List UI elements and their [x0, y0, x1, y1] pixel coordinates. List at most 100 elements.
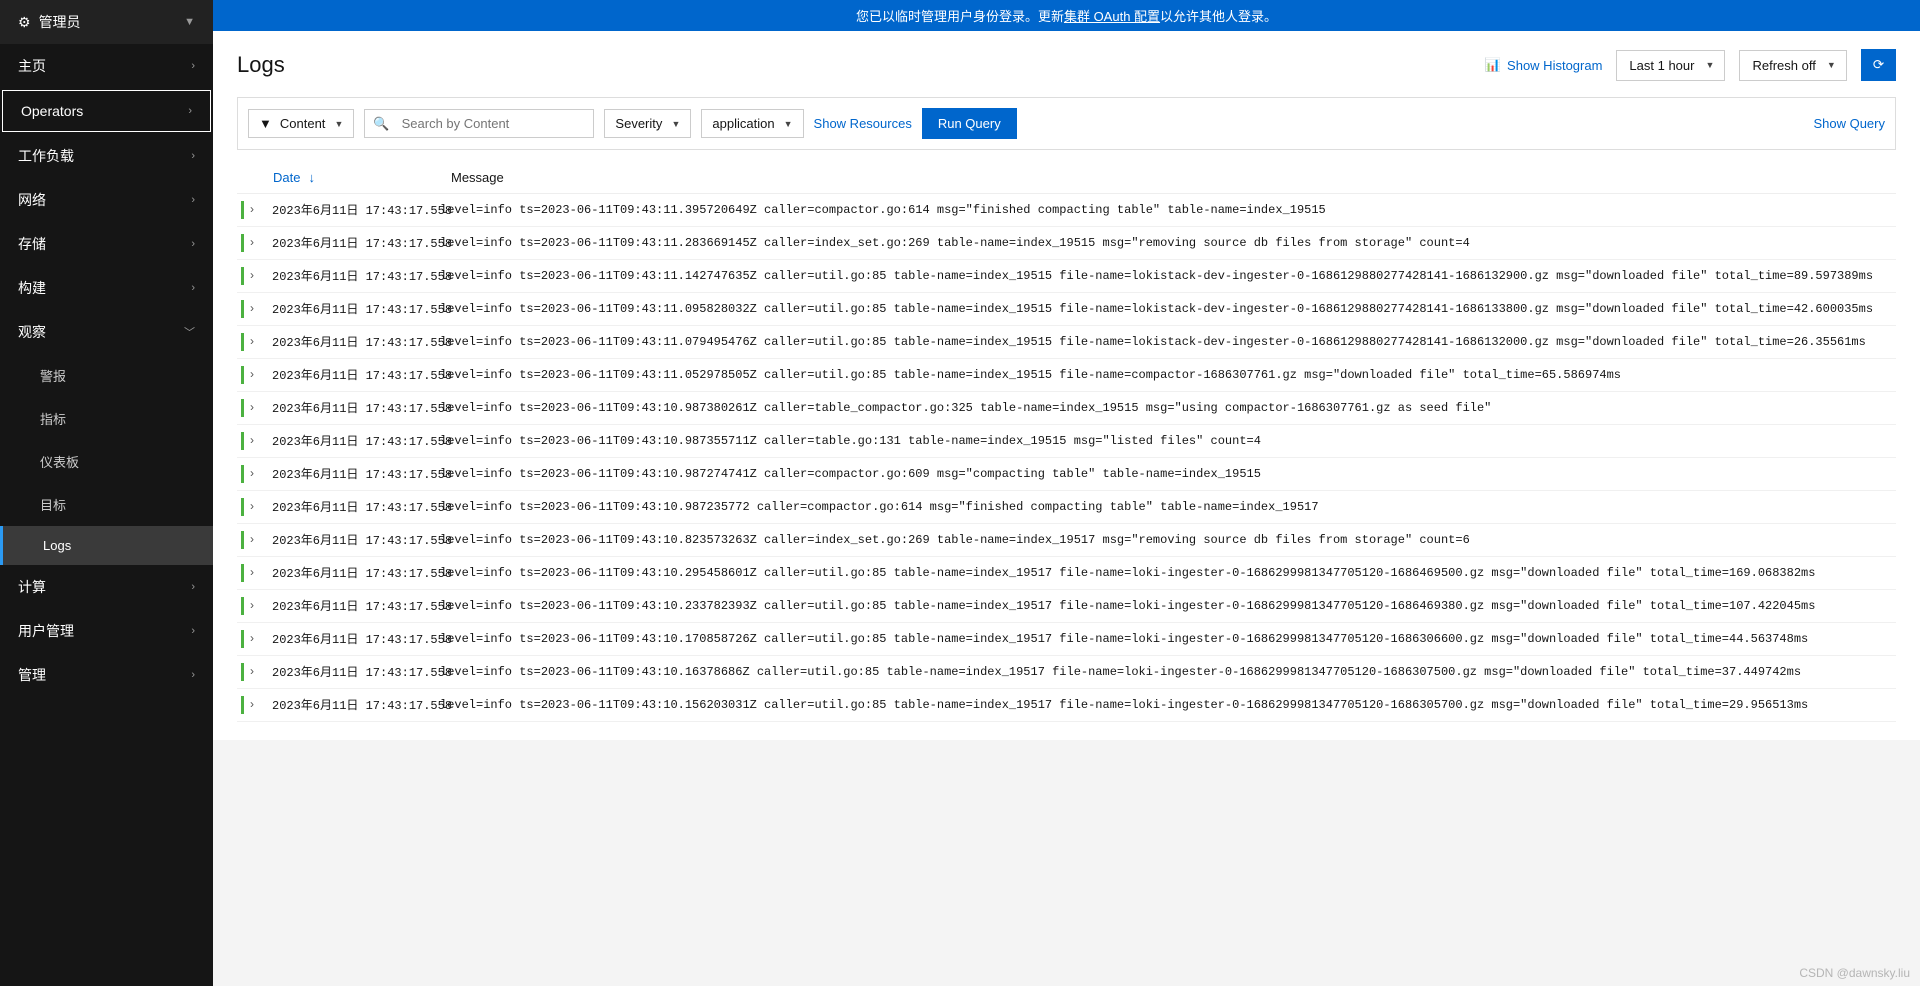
sidebar-item-管理[interactable]: 管理› [0, 653, 213, 697]
refresh-dropdown[interactable]: Refresh off [1739, 50, 1846, 81]
severity-bar [241, 333, 244, 351]
log-row: ›2023年6月11日 17:43:17.558level=info ts=20… [237, 326, 1896, 359]
sidebar-subitem-指标[interactable]: 指标 [0, 397, 213, 440]
refresh-icon: ⟳ [1873, 57, 1884, 73]
expand-row-button[interactable]: › [250, 399, 272, 417]
severity-bar [241, 597, 244, 615]
sidebar-item-观察[interactable]: 观察﹀ [0, 310, 213, 354]
sidebar-item-label: 存储 [18, 234, 46, 254]
sidebar: ⚙管理员 ▼ 主页›Operators›工作负载› 网络 › 存储 › 构建›观察﹀警报指… [0, 0, 213, 986]
log-row: ›2023年6月11日 17:43:17.558level=info ts=20… [237, 293, 1896, 326]
log-message: level=info ts=2023-06-11T09:43:10.163786… [430, 663, 1892, 681]
expand-row-button[interactable]: › [250, 432, 272, 450]
severity-bar [241, 399, 244, 417]
severity-dropdown[interactable]: Severity [604, 109, 691, 138]
expand-row-button[interactable]: › [250, 234, 272, 252]
content-filter-label: Content [280, 116, 326, 131]
sidebar-admin-label: 管理员 [39, 14, 81, 30]
expand-row-button[interactable]: › [250, 531, 272, 549]
main-content: 您已以临时管理用户身份登录。更新集群 OAuth 配置以允许其他人登录。 Log… [213, 0, 1920, 986]
log-message: level=info ts=2023-06-11T09:43:10.233782… [430, 597, 1892, 615]
log-message: level=info ts=2023-06-11T09:43:11.395720… [430, 201, 1892, 219]
log-row: ›2023年6月11日 17:43:17.558level=info ts=20… [237, 689, 1896, 722]
expand-row-button[interactable]: › [250, 663, 272, 681]
sidebar-subitem-警报[interactable]: 警报 [0, 354, 213, 397]
sidebar-item-网络[interactable]: 网络 › [0, 178, 213, 222]
sidebar-subitem-目标[interactable]: 目标 [0, 483, 213, 526]
date-header-label: Date [273, 170, 300, 185]
log-row: ›2023年6月11日 17:43:17.558level=info ts=20… [237, 359, 1896, 392]
log-message: level=info ts=2023-06-11T09:43:11.142747… [430, 267, 1892, 285]
sidebar-item-存储[interactable]: 存储 › [0, 222, 213, 266]
severity-bar [241, 696, 244, 714]
expand-row-button[interactable]: › [250, 564, 272, 582]
severity-bar [241, 234, 244, 252]
sidebar-item-label: 用户管理 [18, 621, 74, 641]
filter-icon: ▼ [259, 116, 272, 131]
severity-bar [241, 432, 244, 450]
log-date: 2023年6月11日 17:43:17.558 [272, 597, 430, 615]
login-banner: 您已以临时管理用户身份登录。更新集群 OAuth 配置以允许其他人登录。 [213, 0, 1920, 31]
sidebar-item-operators[interactable]: Operators› [2, 90, 211, 132]
expand-row-button[interactable]: › [250, 201, 272, 219]
page-header: Logs 📊 Show Histogram Last 1 hour Refres… [237, 49, 1896, 81]
log-row: ›2023年6月11日 17:43:17.558level=info ts=20… [237, 623, 1896, 656]
severity-bar [241, 630, 244, 648]
sidebar-subitem-仪表板[interactable]: 仪表板 [0, 440, 213, 483]
time-range-dropdown[interactable]: Last 1 hour [1616, 50, 1725, 81]
log-message: level=info ts=2023-06-11T09:43:10.823573… [430, 531, 1892, 549]
log-message: level=info ts=2023-06-11T09:43:10.156203… [430, 696, 1892, 714]
chevron-down-icon: ﹀ [184, 324, 195, 340]
content-filter-dropdown[interactable]: ▼ Content [248, 109, 354, 138]
log-date: 2023年6月11日 17:43:17.558 [272, 300, 430, 318]
chevron-right-icon: › [191, 238, 195, 250]
expand-row-button[interactable]: › [250, 465, 272, 483]
chevron-right-icon: › [191, 60, 195, 72]
chevron-right-icon: › [191, 194, 195, 206]
sidebar-item-构建[interactable]: 构建› [0, 266, 213, 310]
sort-desc-icon: ↓ [308, 170, 315, 185]
expand-row-button[interactable]: › [250, 630, 272, 648]
sidebar-item-主页[interactable]: 主页› [0, 44, 213, 88]
log-message: level=info ts=2023-06-11T09:43:10.987235… [430, 498, 1892, 516]
show-histogram-label: Show Histogram [1507, 58, 1602, 73]
log-message: level=info ts=2023-06-11T09:43:10.170858… [430, 630, 1892, 648]
sidebar-item-label: 管理 [18, 665, 46, 685]
search-icon: 🔍 [365, 116, 397, 132]
expand-row-button[interactable]: › [250, 333, 272, 351]
sidebar-admin[interactable]: ⚙管理员 ▼ [0, 0, 213, 44]
chevron-right-icon: › [191, 625, 195, 637]
show-resources-button[interactable]: Show Resources [814, 116, 912, 131]
severity-bar [241, 300, 244, 318]
sidebar-item-用户管理[interactable]: 用户管理 › [0, 609, 213, 653]
log-type-dropdown[interactable]: application [701, 109, 803, 138]
log-message: level=info ts=2023-06-11T09:43:10.987355… [430, 432, 1892, 450]
show-query-button[interactable]: Show Query [1813, 116, 1885, 131]
refresh-button[interactable]: ⟳ [1861, 49, 1896, 81]
date-column-header[interactable]: Date ↓ [273, 170, 441, 185]
search-input[interactable] [398, 110, 594, 137]
sidebar-item-工作负载[interactable]: 工作负载› [0, 134, 213, 178]
log-date: 2023年6月11日 17:43:17.558 [272, 234, 430, 252]
expand-row-button[interactable]: › [250, 267, 272, 285]
expand-row-button[interactable]: › [250, 696, 272, 714]
show-histogram-button[interactable]: 📊 Show Histogram [1485, 57, 1603, 73]
run-query-button[interactable]: Run Query [922, 108, 1017, 139]
expand-row-button[interactable]: › [250, 597, 272, 615]
banner-link[interactable]: 集群 OAuth 配置 [1064, 9, 1160, 24]
log-date: 2023年6月11日 17:43:17.558 [272, 630, 430, 648]
log-message: level=info ts=2023-06-11T09:43:10.987380… [430, 399, 1892, 417]
sidebar-item-计算[interactable]: 计算› [0, 565, 213, 609]
expand-row-button[interactable]: › [250, 300, 272, 318]
log-row: ›2023年6月11日 17:43:17.558level=info ts=20… [237, 491, 1896, 524]
sidebar-subitem-logs[interactable]: Logs [0, 526, 213, 565]
log-row: ›2023年6月11日 17:43:17.558level=info ts=20… [237, 194, 1896, 227]
log-row: ›2023年6月11日 17:43:17.558level=info ts=20… [237, 557, 1896, 590]
expand-row-button[interactable]: › [250, 366, 272, 384]
sidebar-item-label: 网络 [18, 190, 46, 210]
log-date: 2023年6月11日 17:43:17.558 [272, 399, 430, 417]
log-date: 2023年6月11日 17:43:17.558 [272, 432, 430, 450]
log-type-label: application [712, 116, 774, 131]
log-message: level=info ts=2023-06-11T09:43:11.095828… [430, 300, 1892, 318]
expand-row-button[interactable]: › [250, 498, 272, 516]
